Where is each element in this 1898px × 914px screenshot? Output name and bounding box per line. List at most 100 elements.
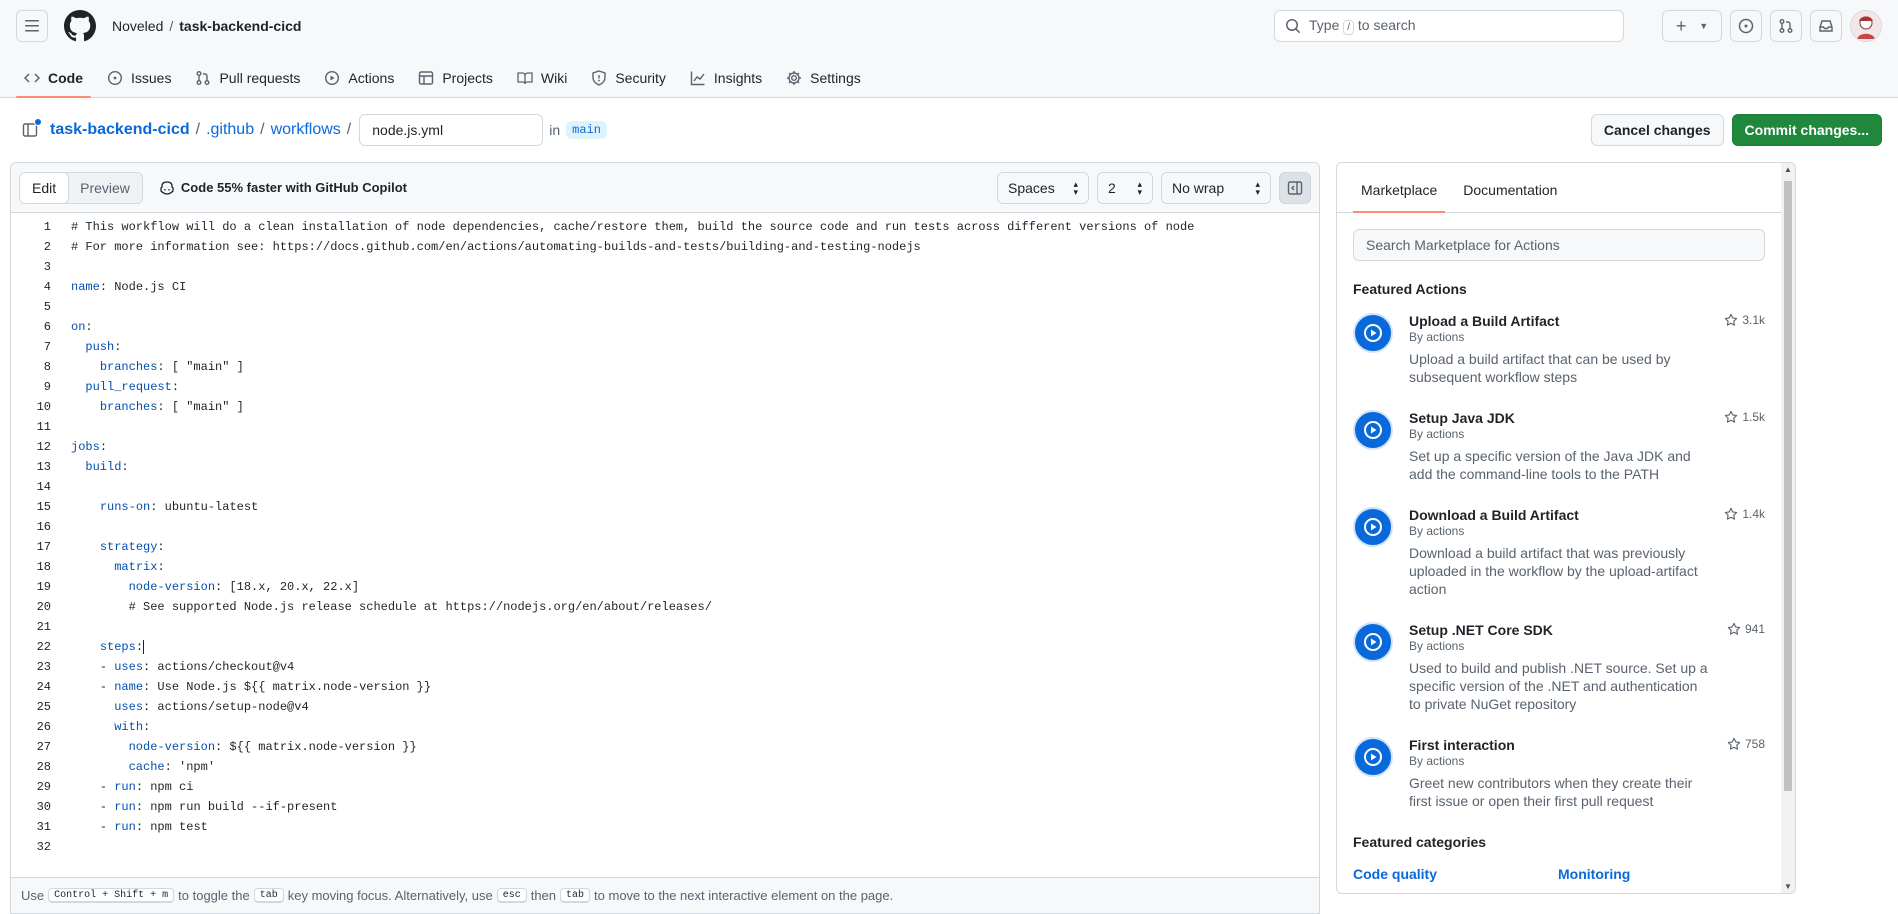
tab-security[interactable]: Security bbox=[583, 70, 674, 97]
code-line[interactable]: 5 bbox=[11, 297, 1319, 317]
scroll-down-icon[interactable]: ▼ bbox=[1784, 882, 1792, 891]
action-play-icon bbox=[1353, 737, 1393, 777]
indent-size-select[interactable]: 2 ▴ ▾ bbox=[1097, 171, 1153, 204]
global-search-input[interactable]: Type / to search bbox=[1274, 10, 1624, 42]
footer-text: to move to the next interactive element … bbox=[594, 888, 894, 903]
scroll-up-icon[interactable]: ▲ bbox=[1784, 165, 1792, 174]
tab-pull-requests[interactable]: Pull requests bbox=[187, 70, 308, 97]
issues-button[interactable] bbox=[1730, 10, 1762, 42]
line-number: 12 bbox=[36, 440, 51, 454]
inbox-icon bbox=[1819, 20, 1833, 32]
code-line[interactable]: 2 # For more information see: https://doc… bbox=[11, 237, 1319, 257]
tab-documentation[interactable]: Documentation bbox=[1455, 182, 1565, 212]
text-cursor bbox=[143, 639, 145, 654]
code-line[interactable]: 1 # This workflow will do a clean install… bbox=[11, 217, 1319, 237]
code-line[interactable]: 27 node-version: ${{ matrix.node-version… bbox=[11, 737, 1319, 757]
pull-requests-button[interactable] bbox=[1770, 10, 1802, 42]
code-line[interactable]: 9 pull_request: bbox=[11, 377, 1319, 397]
marketplace-scrollbar[interactable]: ▲ ▼ bbox=[1781, 163, 1795, 893]
code-line[interactable]: 11 bbox=[11, 417, 1319, 437]
cancel-changes-button[interactable]: Cancel changes bbox=[1590, 114, 1724, 146]
action-name[interactable]: Download a Build Artifact bbox=[1409, 507, 1765, 523]
side-panel-toggle[interactable] bbox=[1279, 171, 1311, 204]
wrap-mode-select[interactable]: No wrap ▴ ▾ bbox=[1161, 171, 1271, 204]
tab-marketplace[interactable]: Marketplace bbox=[1353, 182, 1446, 213]
filename-input[interactable]: node.js.yml bbox=[359, 114, 544, 146]
code-line[interactable]: 4 name: Node.js CI bbox=[11, 277, 1319, 297]
github-logo-icon[interactable] bbox=[64, 10, 96, 42]
action-item[interactable]: Setup .NET Core SDK By actions Used to bui… bbox=[1353, 622, 1765, 713]
code-line[interactable]: 6 on: bbox=[11, 317, 1319, 337]
code-line[interactable]: 14 bbox=[11, 477, 1319, 497]
code-line[interactable]: 24 - name: Use Node.js ${{ matrix.node-v… bbox=[11, 677, 1319, 697]
owner-link[interactable]: Noveled bbox=[112, 18, 163, 34]
code-line[interactable]: 30 - run: npm run build --if-present bbox=[11, 797, 1319, 817]
action-name[interactable]: Upload a Build Artifact bbox=[1409, 313, 1765, 329]
code-line[interactable]: 17 strategy: bbox=[11, 537, 1319, 557]
code-line[interactable]: 12 jobs: bbox=[11, 437, 1319, 457]
tab-insights[interactable]: Insights bbox=[682, 70, 770, 97]
category-link[interactable]: Monitoring bbox=[1558, 866, 1763, 882]
code-line[interactable]: 22 steps: bbox=[11, 637, 1319, 657]
scrollbar-thumb[interactable] bbox=[1784, 181, 1792, 791]
line-number: 27 bbox=[36, 740, 51, 754]
marketplace-search-input[interactable]: Search Marketplace for Actions bbox=[1353, 229, 1765, 261]
code-line[interactable]: 32 bbox=[11, 837, 1319, 857]
preview-tab[interactable]: Preview bbox=[68, 173, 142, 203]
code-line[interactable]: 8 branches: [ "main" ] bbox=[11, 357, 1319, 377]
tab-wiki[interactable]: Wiki bbox=[509, 70, 575, 97]
tab-actions[interactable]: Actions bbox=[316, 70, 402, 97]
code-line[interactable]: 25 uses: actions/setup-node@v4 bbox=[11, 697, 1319, 717]
code-line[interactable]: 15 runs-on: ubuntu-latest bbox=[11, 497, 1319, 517]
menu-button[interactable] bbox=[16, 10, 48, 42]
line-content: on: bbox=[71, 320, 93, 334]
tab-code[interactable]: Code bbox=[16, 70, 91, 98]
notification-dot bbox=[34, 118, 42, 126]
code-lines[interactable]: 1 # This workflow will do a clean install… bbox=[11, 213, 1319, 857]
star-icon bbox=[1725, 410, 1738, 423]
action-play-icon bbox=[1353, 622, 1393, 662]
commit-changes-button[interactable]: Commit changes... bbox=[1731, 114, 1882, 146]
edit-tab[interactable]: Edit bbox=[19, 172, 70, 203]
code-line[interactable]: 3 bbox=[11, 257, 1319, 277]
code-line[interactable]: 13 build: bbox=[11, 457, 1319, 477]
line-number: 14 bbox=[36, 480, 51, 494]
inbox-button[interactable] bbox=[1810, 10, 1842, 42]
user-avatar[interactable] bbox=[1850, 10, 1882, 42]
code-line[interactable]: 10 branches: [ "main" ] bbox=[11, 397, 1319, 417]
code-line[interactable]: 28 cache: 'npm' bbox=[11, 757, 1319, 777]
path-workflows-link[interactable]: workflows bbox=[271, 121, 341, 139]
indent-mode-select[interactable]: Spaces ▴ ▾ bbox=[997, 171, 1089, 204]
line-number: 28 bbox=[36, 760, 51, 774]
code-line[interactable]: 26 with: bbox=[11, 717, 1319, 737]
copilot-hint[interactable]: Code 55% faster with GitHub Copilot bbox=[159, 180, 407, 196]
action-description: Greet new contributors when they create … bbox=[1409, 775, 1693, 809]
action-name[interactable]: First interaction bbox=[1409, 737, 1765, 753]
action-item[interactable]: First interaction By actions Greet new con… bbox=[1353, 737, 1765, 810]
code-line[interactable]: 7 push: bbox=[11, 337, 1319, 357]
category-link[interactable]: Code quality bbox=[1353, 866, 1558, 882]
tab-issues[interactable]: Issues bbox=[99, 70, 179, 97]
code-line[interactable]: 16 bbox=[11, 517, 1319, 537]
footer-text: then bbox=[530, 888, 557, 903]
create-new-button[interactable]: + ▼ bbox=[1662, 10, 1722, 42]
code-line[interactable]: 20 # See supported Node.js release sched… bbox=[11, 597, 1319, 617]
action-name[interactable]: Setup Java JDK bbox=[1409, 410, 1765, 426]
code-line[interactable]: 21 bbox=[11, 617, 1319, 637]
code-line[interactable]: 31 - run: npm test bbox=[11, 817, 1319, 837]
action-item[interactable]: Download a Build Artifact By actions Downl… bbox=[1353, 507, 1765, 598]
action-name[interactable]: Setup .NET Core SDK bbox=[1409, 622, 1765, 638]
code-line[interactable]: 29 - run: npm ci bbox=[11, 777, 1319, 797]
action-item[interactable]: Setup Java JDK By actions Set up a specifi… bbox=[1353, 410, 1765, 483]
path-github-link[interactable]: .github bbox=[206, 121, 254, 139]
tab-projects[interactable]: Projects bbox=[410, 70, 501, 97]
code-line[interactable]: 18 matrix: bbox=[11, 557, 1319, 577]
code-line[interactable]: 23 - uses: actions/checkout@v4 bbox=[11, 657, 1319, 677]
repo-link[interactable]: task-backend-cicd bbox=[179, 18, 301, 34]
code-line[interactable]: 19 node-version: [18.x, 20.x, 22.x] bbox=[11, 577, 1319, 597]
action-body: First interaction By actions Greet new con… bbox=[1409, 737, 1765, 810]
tab-settings[interactable]: Settings bbox=[778, 70, 869, 97]
action-item[interactable]: Upload a Build Artifact By actions Upload … bbox=[1353, 313, 1765, 386]
file-tree-toggle[interactable] bbox=[16, 116, 44, 144]
path-repo-link[interactable]: task-backend-cicd bbox=[50, 121, 190, 139]
